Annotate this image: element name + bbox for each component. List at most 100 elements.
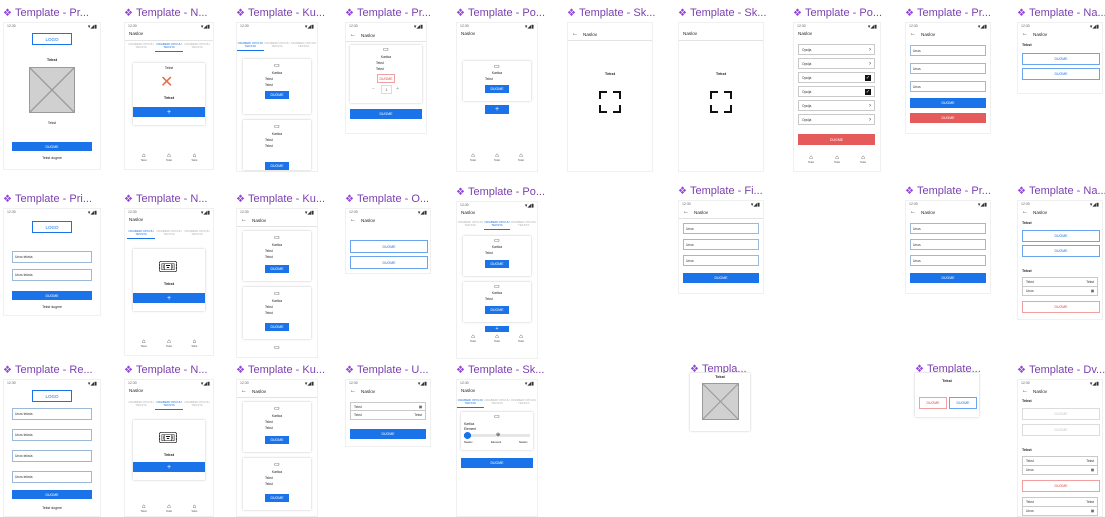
text-input[interactable]: Unos xyxy=(910,45,986,56)
template-title[interactable]: ❖ Template - Re... xyxy=(3,363,93,377)
text-input[interactable]: Unos xyxy=(683,223,759,234)
text-input[interactable]: Unos xyxy=(910,63,986,74)
tab-2[interactable]: ODABERI OPCIJU TEKSTA xyxy=(155,400,183,410)
nav-item-3[interactable]: ⌂ Tekst xyxy=(518,334,524,343)
template-title[interactable]: ❖ Template - Pri... xyxy=(3,192,92,206)
back-arrow-icon[interactable]: ← xyxy=(350,388,356,394)
text-input[interactable]: Unos teksta xyxy=(12,450,92,462)
nav-item-2[interactable]: ⌂ Tekst xyxy=(166,153,172,162)
template-title[interactable]: ❖ Template - N... xyxy=(124,192,208,206)
template-title[interactable]: ❖ Template - Ku... xyxy=(236,6,325,20)
add-button[interactable]: + xyxy=(133,293,205,303)
tab-1[interactable]: ODABERI OPCIJU TEKSTA xyxy=(457,220,484,230)
tab-3[interactable]: ODABERI OPCIJU TEKSTA xyxy=(183,42,211,52)
tab-1[interactable]: ODABERI OPCIJU TEKSTA xyxy=(127,42,155,52)
template-title[interactable]: ❖ Template - N... xyxy=(124,6,208,20)
template-title[interactable]: ❖ Template - O... xyxy=(345,192,429,206)
tab-1[interactable]: ODABERI OPCIJU TEKSTA xyxy=(457,398,484,408)
primary-button[interactable]: DUGME xyxy=(683,273,759,283)
text-input[interactable]: Unos xyxy=(683,255,759,266)
quantity-field[interactable]: 1 xyxy=(381,85,392,94)
danger-outline-button[interactable]: DUGME xyxy=(1022,480,1100,492)
nav-item-2[interactable]: ⌂ Tekst xyxy=(494,334,500,343)
template-title[interactable]: ❖ Template - Ku... xyxy=(236,363,325,377)
delete-button[interactable]: DUGME xyxy=(377,74,395,83)
nav-item-2[interactable]: ⌂ Tekst xyxy=(494,153,500,162)
table-row[interactable]: Unos ▦ xyxy=(1022,465,1098,475)
text-input[interactable]: Unos xyxy=(910,81,986,92)
tab-2[interactable]: ODABERI OPCIJU TEKSTA xyxy=(155,229,183,239)
nav-item-1[interactable]: ⌂ Tekst xyxy=(141,504,147,513)
tab-3[interactable]: ODABERI OPCIJU TEKSTA xyxy=(183,229,211,239)
nav-item-3[interactable]: ⌂ Tekst xyxy=(518,153,524,162)
option-row[interactable]: Opcija ✓ xyxy=(798,72,875,83)
danger-outline-button[interactable]: DUGME xyxy=(1022,301,1100,313)
template-title[interactable]: ❖ Template - U... xyxy=(345,363,429,377)
tab-2[interactable]: ODABERI OPCIJU TEKSTA xyxy=(483,220,511,230)
nav-item-1[interactable]: ⌂ Tekst xyxy=(470,153,476,162)
confirm-button[interactable]: DUGME xyxy=(949,397,977,409)
template-title[interactable]: ❖ Template - N... xyxy=(124,363,208,377)
tab-3[interactable]: ODABERI OPCIJU TEKSTA xyxy=(290,41,317,51)
text-input[interactable]: Unos teksta xyxy=(12,408,92,420)
back-arrow-icon[interactable]: ← xyxy=(241,217,247,223)
back-arrow-icon[interactable]: ← xyxy=(241,388,247,394)
primary-button[interactable]: DUGME xyxy=(12,291,92,300)
back-arrow-icon[interactable]: ← xyxy=(910,209,916,215)
add-button[interactable]: + xyxy=(133,462,205,472)
nav-item-2[interactable]: ⌂ Tekst xyxy=(166,504,172,513)
option-row[interactable]: Opcija ✓ xyxy=(798,86,875,97)
tab-3[interactable]: ODABERI OPCIJU TEKSTA xyxy=(510,220,537,230)
text-input[interactable]: Unos teksta xyxy=(12,471,92,483)
option-row[interactable]: Opcija › xyxy=(798,100,875,111)
tab-1[interactable]: ODABERI OPCIJU TEKSTA xyxy=(237,41,264,51)
nav-item-1[interactable]: ⌂ Tekst xyxy=(808,155,814,164)
nav-item-3[interactable]: ⌂ Tekst xyxy=(191,504,197,513)
template-title[interactable]: ❖ Template - Po... xyxy=(793,6,882,20)
back-arrow-icon[interactable]: ← xyxy=(1022,209,1028,215)
tab-2[interactable]: ODABERI OPCIJU TEKSTA xyxy=(264,41,291,51)
template-title[interactable]: ❖ Template - Po... xyxy=(456,185,545,199)
card-button[interactable]: DUGME xyxy=(265,436,289,444)
outline-button[interactable]: DUGME xyxy=(350,256,428,269)
tab-3[interactable]: ODABERI OPCIJU TEKSTA xyxy=(510,398,537,408)
back-arrow-icon[interactable]: ← xyxy=(683,209,689,215)
cancel-button[interactable]: DUGME xyxy=(919,397,947,409)
outline-button[interactable]: DUGME xyxy=(1022,68,1100,80)
tab-2[interactable]: ODABERI OPCIJU TEKSTA xyxy=(155,42,183,52)
text-input[interactable]: Unos xyxy=(910,255,986,266)
primary-button[interactable]: DUGME xyxy=(12,142,92,151)
template-title[interactable]: ❖ Template - Ku... xyxy=(236,192,325,206)
tab-1[interactable]: ODABERI OPCIJU TEKSTA xyxy=(127,229,155,239)
text-input[interactable]: Unos xyxy=(910,223,986,234)
template-title[interactable]: ❖ Template - Sk... xyxy=(678,6,766,20)
nav-item-2[interactable]: ⌂ Tekst xyxy=(166,339,172,348)
add-button[interactable]: + xyxy=(485,105,509,114)
tab-2[interactable]: ODABERI OPCIJU TEKSTA xyxy=(484,398,511,408)
add-button[interactable]: + xyxy=(133,107,205,117)
text-input[interactable]: Unos xyxy=(683,239,759,250)
nav-item-3[interactable]: ⌂ Tekst xyxy=(191,339,197,348)
danger-button[interactable]: DUGME xyxy=(910,113,986,123)
option-row[interactable]: Opcija › xyxy=(798,114,875,125)
text-input[interactable]: Unos teksta xyxy=(12,429,92,441)
back-arrow-icon[interactable]: ← xyxy=(572,31,578,37)
primary-button[interactable]: DUGME xyxy=(12,490,92,499)
outline-button[interactable]: DUGME xyxy=(1022,53,1100,65)
outline-button[interactable]: DUGME xyxy=(1022,230,1100,242)
nav-item-3[interactable]: ⌂ Tekst xyxy=(860,155,866,164)
nav-item-1[interactable]: ⌂ Tekst xyxy=(470,334,476,343)
card-button[interactable]: DUGME xyxy=(265,91,289,99)
tab-3[interactable]: ODABERI OPCIJU TEKSTA xyxy=(183,400,211,410)
template-title[interactable]: ❖ Template - Fi... xyxy=(678,184,763,198)
option-row[interactable]: Opcija › xyxy=(798,58,875,69)
nav-item-1[interactable]: ⌂ Tekst xyxy=(141,339,147,348)
danger-button[interactable]: DUGME xyxy=(798,134,875,145)
card-button[interactable]: DUGME xyxy=(265,494,289,502)
template-title[interactable]: ❖ Template - Pr... xyxy=(905,6,991,20)
plus-button[interactable]: + xyxy=(396,86,399,92)
template-title[interactable]: ❖ Template - Po... xyxy=(456,6,545,20)
primary-button[interactable]: DUGME xyxy=(910,273,986,283)
card-button[interactable]: DUGME xyxy=(485,306,509,314)
card-button[interactable]: DUGME xyxy=(485,260,509,268)
